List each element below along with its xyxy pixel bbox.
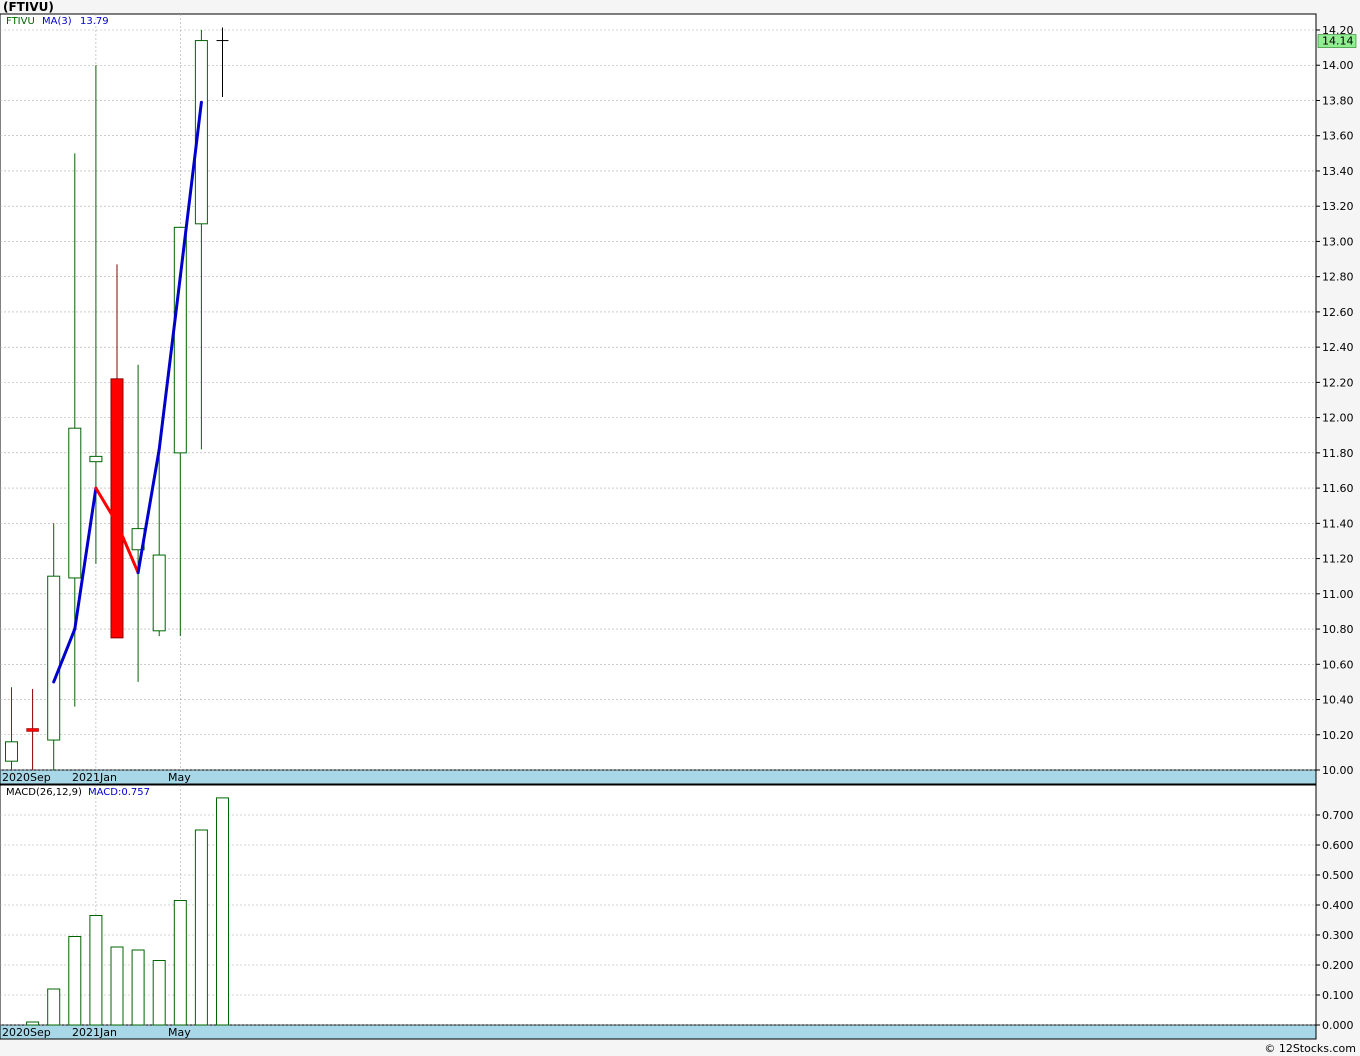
price-legend: FTIVU MA(3) 13.79 [6,16,109,27]
candle-body [26,728,39,732]
price-date-strip [0,769,1317,785]
price-tick-label: 11.80 [1322,447,1354,460]
macd-tick-label: 0.700 [1322,809,1354,822]
macd-tick-label: 0.300 [1322,929,1354,942]
price-tick-label: 12.20 [1322,376,1354,389]
last-price-value: 14.14 [1322,35,1354,48]
price-tick-label: 10.20 [1322,729,1354,742]
macd-bar [152,960,166,1026]
price-tick-label: 11.20 [1322,553,1354,566]
candle-body [173,226,187,454]
macd-tick-label: 0.000 [1322,1019,1354,1032]
price-tick-label: 12.80 [1322,271,1354,284]
candle-body [47,575,61,741]
macd-bar [131,949,145,1026]
price-tick-label: 14.00 [1322,59,1354,72]
price-tick-label: 11.60 [1322,482,1354,495]
macd-bar [47,988,61,1026]
last-price-tag: 14.14 [1317,34,1357,48]
candle-body [89,455,103,463]
ma-value: 13.79 [80,16,109,27]
price-x-tick-label: 2020Sep [2,771,51,784]
price-x-tick-label: 2021Jan [72,771,117,784]
stock-chart: 10.00 10.20 10.40 10.60 10.80 11.00 11.20 11.40… [0,13,1357,1040]
macd-legend: MACD(26,12,9) MACD:0.757 [6,787,150,798]
macd-tick-label: 0.100 [1322,989,1354,1002]
price-tick-label: 11.40 [1322,517,1354,530]
macd-bar [110,946,124,1026]
macd-bar [68,936,82,1026]
price-tick-label: 13.40 [1322,165,1354,178]
price-tick-label: 13.80 [1322,94,1354,107]
price-tick-label: 13.60 [1322,130,1354,143]
macd-tick-label: 0.600 [1322,839,1354,852]
price-tick-label: 13.00 [1322,235,1354,248]
macd-bar [26,1021,40,1026]
ma-label: MA(3) [42,16,72,27]
macd-bar [173,900,187,1026]
price-tick-label: 10.60 [1322,658,1354,671]
price-x-tick-label: May [168,771,191,784]
candle-body [68,427,82,579]
candle-body [152,554,166,632]
macd-bar [194,829,208,1026]
price-tick-label: 12.00 [1322,412,1354,425]
macd-x-tick-label: 2020Sep [2,1026,51,1039]
macd-x-tick-label: May [168,1026,191,1039]
candle-body [110,378,124,639]
price-tick-label: 13.20 [1322,200,1354,213]
macd-x-tick-label: 2021Jan [72,1026,117,1039]
site-credit: © 12Stocks.com [1264,1042,1356,1055]
macd-tick-label: 0.200 [1322,959,1354,972]
price-tick-label: 10.00 [1322,764,1354,777]
price-y-axis: 10.00 10.20 10.40 10.60 10.80 11.00 11.20 11.40… [1316,24,1354,777]
macd-value: MACD:0.757 [88,787,150,798]
macd-y-axis: 0.000 0.100 0.200 0.300 0.400 0.500 0.600 0.700 [1316,809,1354,1032]
price-tick-label: 12.40 [1322,341,1354,354]
macd-bar [216,797,229,1026]
macd-tick-label: 0.500 [1322,869,1354,882]
price-tick-label: 10.40 [1322,694,1354,707]
price-tick-label: 10.80 [1322,623,1354,636]
price-tick-label: 12.60 [1322,306,1354,319]
price-tick-label: 11.00 [1322,588,1354,601]
macd-date-strip [0,1024,1317,1040]
macd-bar [89,915,103,1026]
symbol-label: FTIVU [6,16,35,27]
macd-tick-label: 0.400 [1322,899,1354,912]
macd-label: MACD(26,12,9) [6,787,82,798]
candle-body [5,741,18,762]
